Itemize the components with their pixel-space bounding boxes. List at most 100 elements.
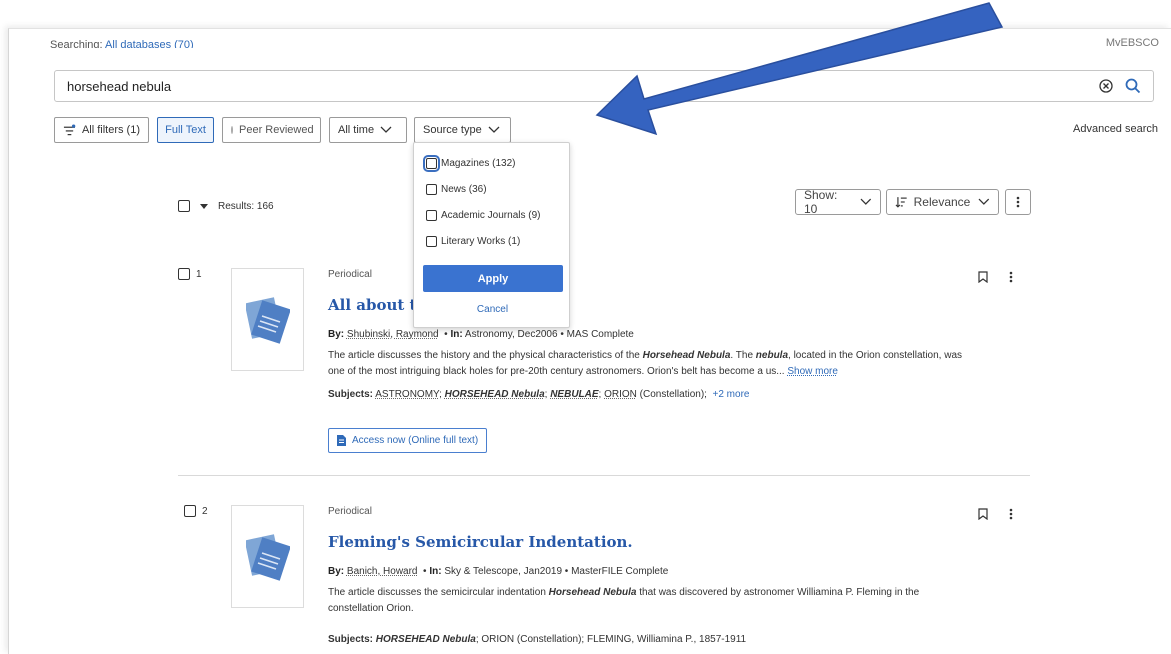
all-filters-label: All filters (1) xyxy=(81,124,140,136)
result-type: Periodical xyxy=(328,506,372,517)
abstract-text: The article discusses the semicircular i… xyxy=(328,587,549,598)
source-text: Sky & Telescope, Jan2019 • MasterFILE Co… xyxy=(444,566,669,577)
option-label: Academic Journals (9) xyxy=(441,210,541,221)
abstract-highlight: Horsehead Nebula xyxy=(642,350,731,361)
apply-button[interactable]: Apply xyxy=(423,265,563,292)
search-input[interactable] xyxy=(65,71,1065,101)
subject-link[interactable]: HORSEHEAD Nebula xyxy=(445,389,545,400)
result-checkbox[interactable] xyxy=(178,268,190,280)
cancel-button[interactable]: Cancel xyxy=(414,304,571,315)
more-options-button[interactable] xyxy=(1005,189,1031,215)
date-range-dropdown[interactable]: All time xyxy=(329,117,407,143)
abstract-text: . The xyxy=(730,350,756,361)
source-option-news[interactable]: News (36) xyxy=(426,184,487,195)
result-subjects: Subjects: HORSEHEAD Nebula; ORION (Const… xyxy=(328,634,746,645)
result-byline: By: Banich, Howard • In: Sky & Telescope… xyxy=(328,566,669,577)
caret-down-icon[interactable] xyxy=(200,203,208,209)
results-header: Results: 166 xyxy=(178,200,274,212)
subject-link[interactable]: ASTRONOMY xyxy=(375,389,439,400)
in-label: In: xyxy=(450,329,463,340)
result-subjects: Subjects: ASTRONOMY; HORSEHEAD Nebula; N… xyxy=(328,389,750,400)
my-ebsco-link[interactable]: MyEBSCO xyxy=(1106,36,1159,46)
subject-link[interactable]: HORSEHEAD Nebula xyxy=(376,634,476,645)
author-link[interactable]: Shubinski, Raymond xyxy=(347,329,439,340)
clear-search-icon[interactable] xyxy=(1099,79,1113,93)
show-more-link[interactable]: Show more xyxy=(787,366,838,377)
option-label: News (36) xyxy=(441,184,487,195)
peer-reviewed-filter-button[interactable]: Peer Reviewed xyxy=(222,117,321,143)
author-link[interactable]: Banich, Howard xyxy=(347,566,418,577)
result-abstract: The article discusses the history and th… xyxy=(328,348,968,380)
subjects-label: Subjects: xyxy=(328,634,374,645)
by-label: By: xyxy=(328,566,345,577)
option-checkbox[interactable] xyxy=(426,236,437,247)
source-type-dropdown[interactable]: Source type xyxy=(414,117,511,143)
in-label: In: xyxy=(429,566,442,577)
search-icon[interactable] xyxy=(1125,78,1141,94)
access-now-label: Access now (Online full text) xyxy=(352,435,479,446)
sort-icon xyxy=(895,197,907,208)
show-count-dropdown[interactable]: Show: 10 xyxy=(795,188,881,216)
show-count-label: Show: 10 xyxy=(804,188,838,216)
subject-text: ; ORION (Constellation); FLEMING, Willia… xyxy=(475,634,747,645)
option-checkbox[interactable] xyxy=(426,210,437,221)
full-text-label: Full Text xyxy=(165,124,206,136)
access-now-button[interactable]: Access now (Online full text) xyxy=(328,428,488,453)
abstract-text: The article discusses the history and th… xyxy=(328,350,643,361)
sort-dropdown[interactable]: Relevance xyxy=(886,189,999,215)
abstract-highlight: Horsehead Nebula xyxy=(548,587,637,598)
option-label: Literary Works (1) xyxy=(441,236,521,247)
by-label: By: xyxy=(328,329,345,340)
source-type-menu: Magazines (132) News (36) Academic Journ… xyxy=(413,142,570,328)
kebab-menu-icon[interactable] xyxy=(1009,271,1013,283)
select-all-checkbox[interactable] xyxy=(178,200,190,212)
searching-label: Searching: xyxy=(50,39,103,48)
bookmark-icon[interactable] xyxy=(978,271,988,283)
result-select: 2 xyxy=(178,505,208,517)
source-type-label: Source type xyxy=(423,124,482,136)
kebab-menu-icon[interactable] xyxy=(1009,508,1013,520)
source-option-literary-works[interactable]: Literary Works (1) xyxy=(426,236,520,247)
result-title[interactable]: Fleming's Semicircular Indentation. xyxy=(328,533,633,551)
subject-link[interactable]: ORION xyxy=(604,389,637,400)
result-number: 1 xyxy=(196,268,202,280)
all-time-label: All time xyxy=(338,124,375,136)
option-checkbox[interactable] xyxy=(426,184,437,195)
full-text-filter-button[interactable]: Full Text xyxy=(157,117,214,143)
chevron-down-icon xyxy=(488,126,500,133)
option-label: Magazines (132) xyxy=(441,158,516,169)
searching-databases-line: Searching: All databases (70) xyxy=(50,38,194,48)
source-text: Astronomy, Dec2006 • MAS Complete xyxy=(464,329,634,340)
result-select: 1 xyxy=(178,268,202,280)
result-divider xyxy=(178,475,1030,476)
database-link[interactable]: All databases (70) xyxy=(105,39,194,48)
peer-reviewed-label: Peer Reviewed xyxy=(239,124,314,136)
periodical-icon xyxy=(245,533,290,581)
chevron-down-icon xyxy=(860,198,872,205)
chevron-down-icon xyxy=(978,198,990,205)
abstract-highlight: nebula xyxy=(755,350,789,361)
result-byline: By: Shubinski, Raymond • In: Astronomy, … xyxy=(328,329,634,340)
bookmark-icon[interactable] xyxy=(978,508,988,520)
result-item: 1 Periodical All about th By: Shubinski,… xyxy=(178,268,1038,468)
filter-sliders-icon xyxy=(63,124,76,136)
all-filters-button[interactable]: All filters (1) xyxy=(54,117,149,143)
subject-link[interactable]: NEBULAE xyxy=(550,389,598,400)
advanced-search-link[interactable]: Advanced search xyxy=(1073,123,1158,135)
source-option-magazines[interactable]: Magazines (132) xyxy=(423,155,516,172)
sort-label: Relevance xyxy=(913,195,971,209)
result-number: 2 xyxy=(202,505,208,517)
result-checkbox[interactable] xyxy=(184,505,196,517)
chevron-down-icon xyxy=(380,126,392,133)
results-count: Results: 166 xyxy=(218,200,274,212)
source-option-academic-journals[interactable]: Academic Journals (9) xyxy=(426,210,540,221)
radio-dot-icon xyxy=(231,126,233,134)
document-thumbnail[interactable] xyxy=(231,505,304,608)
search-bar xyxy=(54,70,1154,102)
result-item: 2 Periodical Fleming's Semicircular Inde… xyxy=(178,505,1038,650)
document-thumbnail[interactable] xyxy=(231,268,304,371)
option-checkbox[interactable] xyxy=(423,155,440,172)
subjects-more-link[interactable]: +2 more xyxy=(713,389,750,400)
subject-suffix: (Constellation); xyxy=(639,389,707,400)
subjects-label: Subjects: xyxy=(328,389,374,400)
